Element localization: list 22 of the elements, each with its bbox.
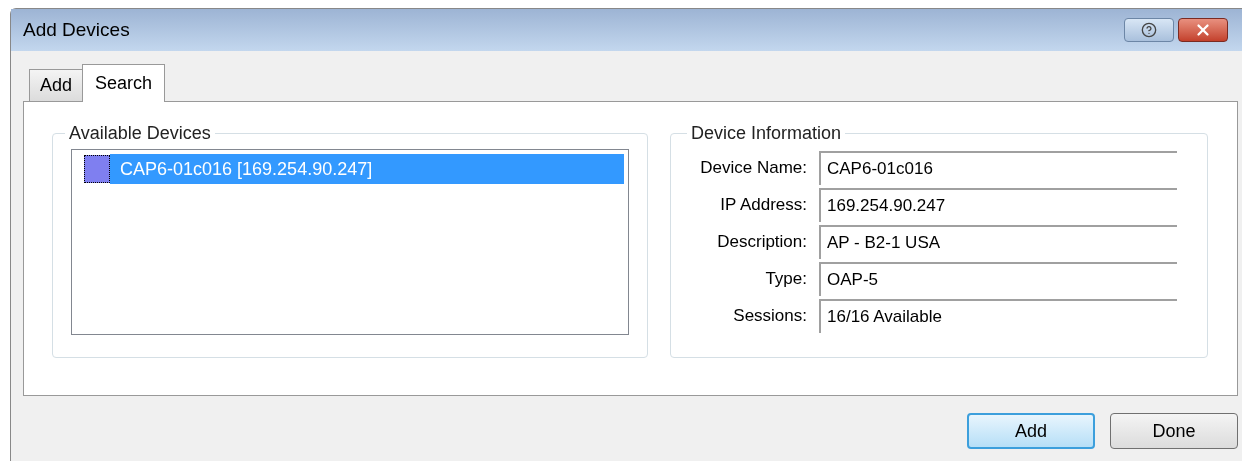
dialog-button[interactable]: Add xyxy=(967,413,1095,449)
value-field[interactable]: AP - B2-1 USA xyxy=(819,225,1177,259)
group-title: Available Devices xyxy=(68,122,212,145)
value-field[interactable]: 16/16 Available xyxy=(819,299,1177,333)
close-button[interactable] xyxy=(1178,18,1228,42)
help-icon xyxy=(1141,22,1157,38)
device-icon xyxy=(84,155,110,183)
window-title: Add Devices xyxy=(23,17,131,42)
field-label: Sessions: xyxy=(732,305,808,328)
tab[interactable]: Add xyxy=(29,69,83,101)
help-button[interactable] xyxy=(1124,18,1174,42)
close-icon xyxy=(1194,21,1212,39)
field-label: IP Address: xyxy=(719,194,808,217)
value-field[interactable]: 169.254.90.247 xyxy=(819,188,1177,222)
dialog-button[interactable]: Done xyxy=(1110,413,1238,449)
field-label: Type: xyxy=(764,268,808,291)
field-label: Device Name: xyxy=(699,157,808,180)
field-label: Description: xyxy=(716,231,808,254)
group-title: Device Information xyxy=(690,122,843,145)
value-field[interactable]: OAP-5 xyxy=(819,262,1177,296)
tab[interactable]: Search xyxy=(82,64,166,102)
value-field[interactable]: CAP6-01c016 xyxy=(819,151,1177,185)
